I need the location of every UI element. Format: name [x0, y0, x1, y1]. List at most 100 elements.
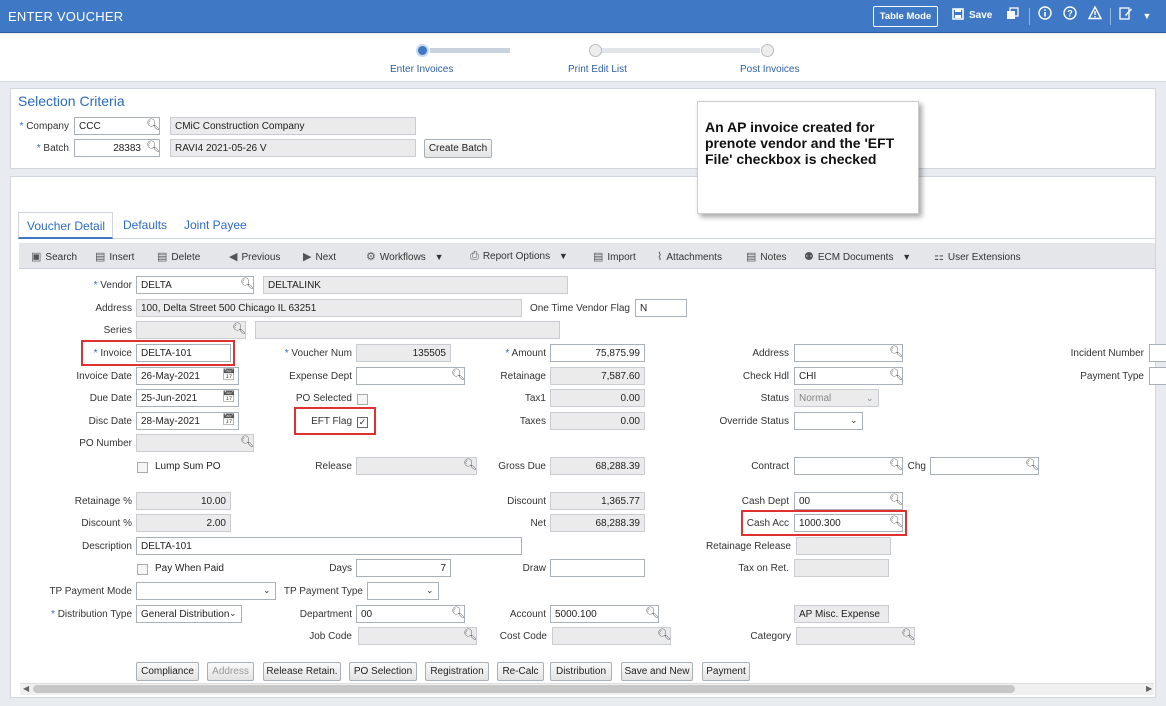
chevron-down-icon: ⌄: [426, 585, 434, 595]
check-hdl-input[interactable]: CHI: [794, 367, 903, 385]
discount-label: Discount: [507, 496, 546, 507]
lump-sum-po-checkbox[interactable]: [137, 462, 148, 473]
search-icon[interactable]: 🔍︎: [657, 628, 671, 641]
help-icon[interactable]: ?: [1062, 6, 1078, 26]
tab-voucher-detail[interactable]: Voucher Detail: [18, 212, 113, 239]
one-time-vendor-input[interactable]: N: [635, 299, 687, 317]
scroll-right-icon[interactable]: ▶: [1146, 684, 1152, 693]
po-number-input[interactable]: [136, 434, 254, 452]
tp-payment-mode-select[interactable]: [136, 582, 276, 600]
step-dot-enter-invoices[interactable]: [416, 44, 429, 57]
search-icon[interactable]: 🔍︎: [889, 345, 903, 358]
search-icon[interactable]: 🔍︎: [451, 606, 465, 619]
attachments-button[interactable]: ⌇ Attachments: [657, 250, 722, 263]
vendor-input[interactable]: DELTA: [136, 276, 254, 294]
table-mode-button[interactable]: Table Mode: [873, 6, 938, 27]
incident-number-input[interactable]: [1149, 344, 1166, 362]
copy-icon[interactable]: [1004, 6, 1020, 26]
distribution-type-select[interactable]: General Distribution: [136, 605, 242, 623]
amount-input[interactable]: 75,875.99: [550, 344, 645, 362]
release-input[interactable]: [356, 457, 477, 475]
search-icon[interactable]: 🔍︎: [1025, 458, 1039, 471]
cash-acc-input[interactable]: 1000.300: [794, 514, 903, 532]
expense-dept-input[interactable]: [356, 367, 465, 385]
pay-when-paid-checkbox[interactable]: [137, 564, 148, 575]
search-icon[interactable]: 🔍︎: [901, 628, 915, 641]
check-hdl-label: Check Hdl: [742, 371, 789, 382]
gross-due-field: 68,288.39: [550, 457, 645, 475]
info-icon[interactable]: [1037, 6, 1053, 26]
draw-input[interactable]: [550, 559, 645, 577]
job-code-input[interactable]: [358, 627, 477, 645]
chg-label: Chg: [907, 461, 926, 472]
search-icon[interactable]: 🔍︎: [889, 493, 903, 506]
search-icon[interactable]: 🔍︎: [146, 140, 160, 153]
save-and-new-button[interactable]: Save and New: [621, 662, 693, 681]
step-dot-post-invoices[interactable]: [761, 44, 774, 57]
search-icon[interactable]: 🔍︎: [146, 118, 160, 131]
step-label-enter-invoices[interactable]: Enter Invoices: [390, 64, 453, 75]
search-icon[interactable]: 🔍︎: [240, 277, 254, 290]
delete-button[interactable]: ▤ Delete: [157, 250, 200, 263]
search-icon[interactable]: 🔍︎: [889, 458, 903, 471]
calendar-icon[interactable]: 📅︎: [222, 368, 236, 381]
chg-input[interactable]: [930, 457, 1039, 475]
category-input[interactable]: [796, 627, 915, 645]
edit-icon[interactable]: [1118, 6, 1134, 26]
ecm-documents-button[interactable]: ⚉ ECM Documents ▼: [804, 250, 911, 263]
release-retain-button[interactable]: Release Retain.: [263, 662, 341, 681]
registration-button[interactable]: Registration: [425, 662, 489, 681]
vendor-name-field: DELTALINK: [263, 276, 568, 294]
po-selection-button[interactable]: PO Selection: [349, 662, 417, 681]
step-label-post-invoices[interactable]: Post Invoices: [740, 64, 799, 75]
report-options-button[interactable]: ⎙ Report Options ▼: [470, 250, 568, 263]
distribution-type-label: * Distribution Type: [51, 609, 132, 620]
search-icon[interactable]: 🔍︎: [645, 606, 659, 619]
search-icon[interactable]: 🔍︎: [889, 515, 903, 528]
step-dot-print-edit-list[interactable]: [589, 44, 602, 57]
cash-dept-input[interactable]: 00: [794, 492, 903, 510]
notes-button[interactable]: ▤ Notes: [746, 250, 787, 263]
search-button[interactable]: ▣ Search: [31, 250, 77, 263]
warning-icon[interactable]: [1087, 5, 1103, 26]
department-input[interactable]: 00: [356, 605, 465, 623]
description-input[interactable]: DELTA-101: [136, 537, 522, 555]
days-input[interactable]: 7: [356, 559, 451, 577]
invoice-input[interactable]: DELTA-101: [136, 344, 231, 362]
chevron-down-icon[interactable]: ▼: [1140, 6, 1154, 26]
calendar-icon[interactable]: 📅︎: [222, 390, 236, 403]
series-input[interactable]: [136, 321, 246, 339]
tab-joint-payee[interactable]: Joint Payee: [184, 218, 247, 232]
compliance-button[interactable]: Compliance: [136, 662, 199, 681]
recalc-button[interactable]: Re-Calc: [497, 662, 544, 681]
calendar-icon[interactable]: 📅︎: [222, 413, 236, 426]
import-button[interactable]: ▤ Import: [593, 250, 636, 263]
create-batch-button[interactable]: Create Batch: [424, 139, 492, 158]
eft-flag-checkbox[interactable]: ✓: [357, 417, 368, 428]
user-extensions-button[interactable]: ⚏ User Extensions: [934, 250, 1021, 263]
search-icon[interactable]: 🔍︎: [451, 368, 465, 381]
step-label-print-edit-list[interactable]: Print Edit List: [568, 64, 627, 75]
previous-button[interactable]: ◀ Previous: [229, 250, 280, 263]
distribution-button[interactable]: Distribution: [550, 662, 612, 681]
account-input[interactable]: 5000.100: [550, 605, 659, 623]
svg-text:?: ?: [1067, 9, 1073, 19]
search-icon[interactable]: 🔍︎: [240, 435, 254, 448]
address-button[interactable]: Address: [207, 662, 254, 681]
scroll-left-icon[interactable]: ◀: [23, 684, 29, 693]
contract-input[interactable]: [794, 457, 903, 475]
save-icon[interactable]: [950, 6, 966, 26]
save-button[interactable]: Save: [969, 10, 992, 21]
search-icon[interactable]: 🔍︎: [232, 322, 246, 335]
search-icon[interactable]: 🔍︎: [889, 368, 903, 381]
cost-code-input[interactable]: [552, 627, 671, 645]
insert-button[interactable]: ▤ Insert: [95, 250, 134, 263]
next-button[interactable]: ▶ Next: [303, 250, 336, 263]
tab-defaults[interactable]: Defaults: [123, 218, 167, 232]
po-selected-checkbox[interactable]: [357, 394, 368, 405]
workflows-button[interactable]: ⚙ Workflows ▼: [366, 250, 444, 263]
payment-button[interactable]: Payment: [702, 662, 750, 681]
remit-address-input[interactable]: [794, 344, 903, 362]
scrollbar-thumb[interactable]: [33, 685, 1015, 693]
payment-type-input[interactable]: [1149, 367, 1166, 385]
